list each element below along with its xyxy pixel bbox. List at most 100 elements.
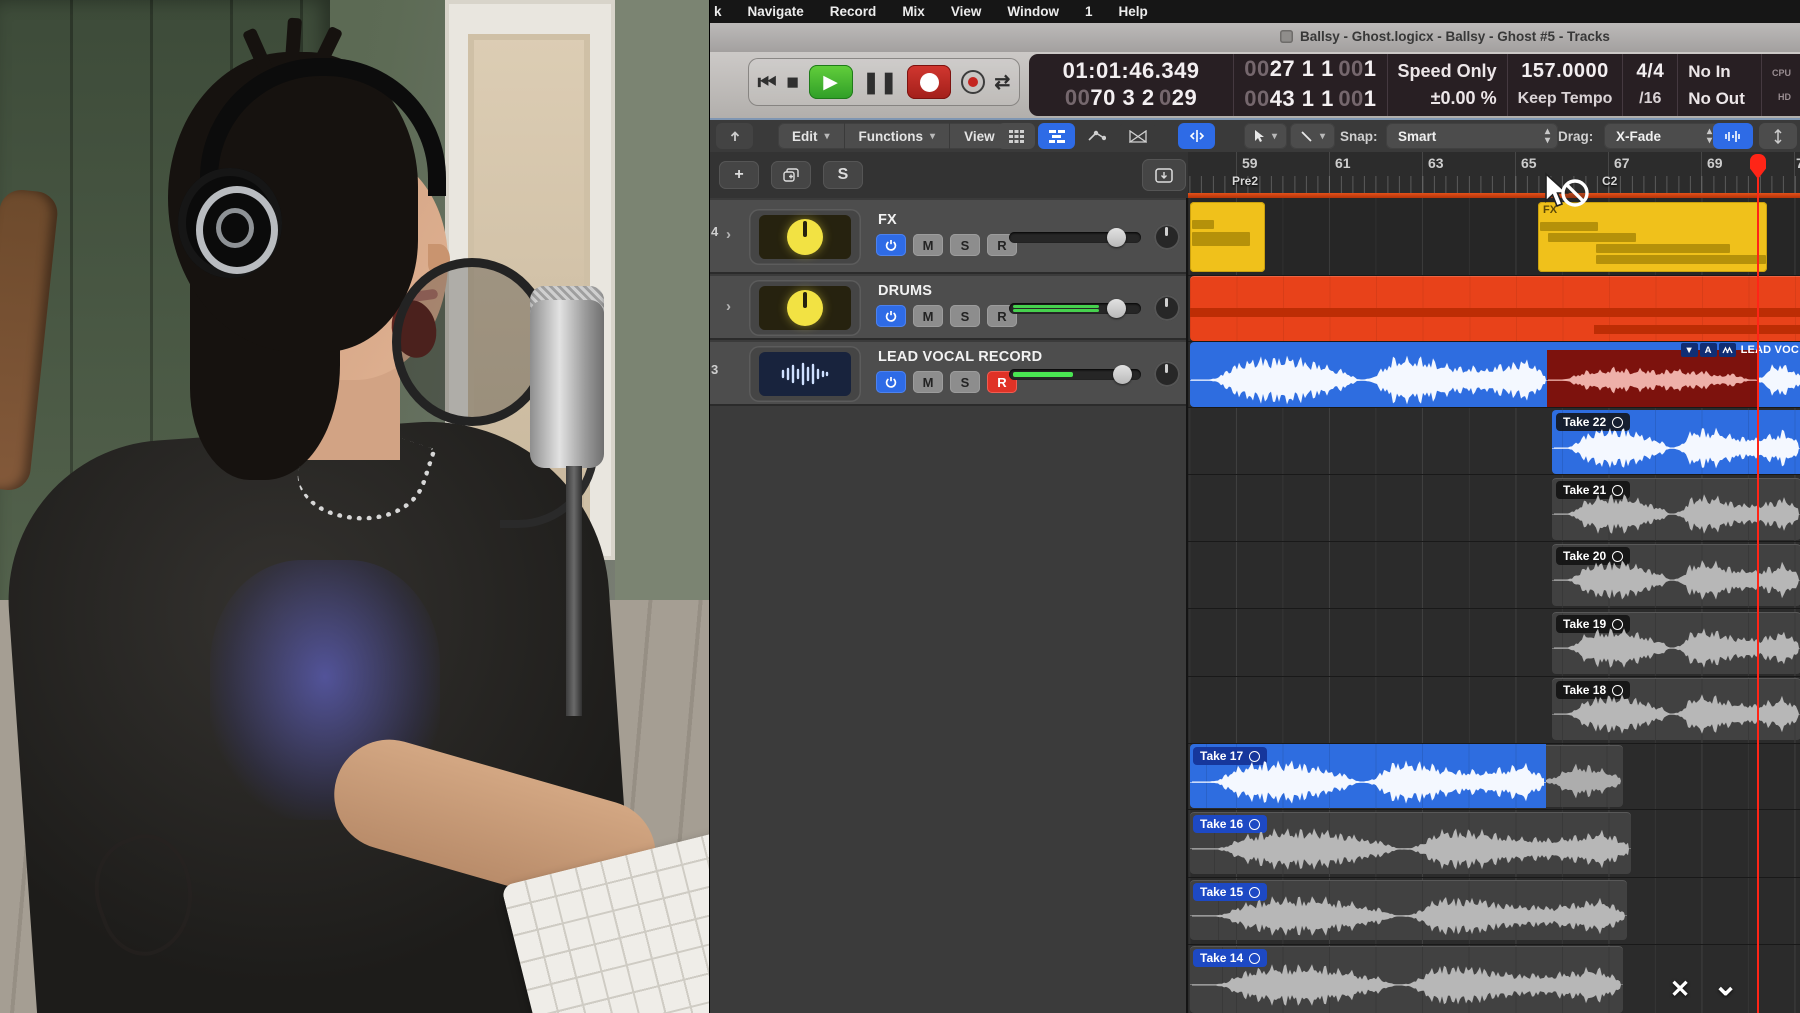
- grid-view-icon[interactable]: [998, 123, 1035, 149]
- lcd-varispeed[interactable]: Speed Only ±0.00 %: [1388, 54, 1508, 116]
- track-header-lead-vocal[interactable]: 3 LEAD VOCAL RECORD M S R: [710, 342, 1186, 406]
- record-button[interactable]: [907, 65, 951, 99]
- menu-item-record[interactable]: Record: [830, 4, 877, 19]
- lcd-display[interactable]: 01:01:46.349 0070 3 2 029 0027 1 1 001 0…: [1029, 54, 1800, 116]
- cycle-button[interactable]: ⇄: [994, 73, 1010, 92]
- track-header-drums[interactable]: › DRUMS M S R: [710, 276, 1186, 340]
- take-folder-region-lead-vocal[interactable]: ▼ A LEAD VOC: [1190, 342, 1800, 407]
- solo-button[interactable]: S: [950, 305, 980, 327]
- track-icon[interactable]: [749, 209, 861, 265]
- tracks-toolbar: Edit▾ Functions▾ View▾: [710, 118, 1800, 155]
- solo-button[interactable]: S: [950, 371, 980, 393]
- take-region-20[interactable]: Take 20: [1552, 544, 1800, 606]
- take-region-21[interactable]: Take 21: [1552, 478, 1800, 540]
- volume-slider[interactable]: [1009, 303, 1141, 314]
- edit-menu[interactable]: Edit▾: [778, 123, 844, 149]
- region-inspector-toggle[interactable]: [1142, 159, 1186, 191]
- lcd-locators[interactable]: 0027 1 1 001 0043 1 1 001: [1234, 54, 1387, 116]
- playhead-line[interactable]: [1757, 178, 1759, 1013]
- pan-knob[interactable]: [1154, 224, 1180, 250]
- take-folder-flatten-icon[interactable]: [1719, 343, 1736, 357]
- automation-icon[interactable]: [1078, 123, 1115, 149]
- take-region-16[interactable]: Take 16: [1190, 812, 1631, 874]
- drag-label: Drag:: [1558, 129, 1593, 144]
- command-click-tool[interactable]: ▾: [1290, 123, 1335, 149]
- close-icon[interactable]: ✕: [1670, 975, 1690, 1004]
- take-region-22[interactable]: Take 22: [1552, 410, 1800, 474]
- take-region-18[interactable]: Take 18: [1552, 678, 1800, 740]
- take-folder-a-icon[interactable]: A: [1700, 343, 1717, 357]
- track-name[interactable]: DRUMS: [878, 283, 932, 299]
- track-header-fx[interactable]: 4 › FX M S R: [710, 200, 1186, 274]
- pause-button[interactable]: ❚❚: [862, 72, 897, 93]
- stop-button[interactable]: ■: [786, 72, 799, 93]
- low-latency-icon[interactable]: [716, 123, 753, 149]
- waveform-zoom-icon[interactable]: [1713, 123, 1753, 149]
- window-title-bar[interactable]: Ballsy - Ghost.logicx - Ballsy - Ghost #…: [710, 23, 1800, 53]
- menu-item-1[interactable]: 1: [1085, 4, 1093, 19]
- disclosure-triangle-icon[interactable]: ›: [726, 298, 731, 315]
- take-region-15[interactable]: Take 15: [1190, 880, 1627, 940]
- arrange-top-strip: + S 59 61 63 65 67 69 71 Pre2 C2: [710, 152, 1800, 199]
- lcd-tempo[interactable]: 157.0000 Keep Tempo: [1508, 54, 1624, 116]
- menu-item-window[interactable]: Window: [1007, 4, 1059, 19]
- lcd-performance-meters[interactable]: CPU HD: [1762, 54, 1800, 116]
- arrange-area[interactable]: FX ▼ A: [1188, 198, 1800, 1013]
- solo-button[interactable]: S: [950, 234, 980, 256]
- take-region-14[interactable]: Take 14: [1190, 946, 1623, 1013]
- track-icon[interactable]: [749, 280, 861, 336]
- region-drums[interactable]: [1190, 276, 1800, 341]
- snap-dropdown[interactable]: Smart ▴▾: [1386, 123, 1558, 149]
- volume-slider[interactable]: [1009, 232, 1141, 243]
- volume-slider[interactable]: [1009, 369, 1141, 380]
- comp-circle-icon[interactable]: [1249, 953, 1260, 964]
- drag-dropdown[interactable]: X-Fade ▴▾: [1604, 123, 1720, 149]
- menu-item-help[interactable]: Help: [1119, 4, 1148, 19]
- marker-pre2[interactable]: Pre2: [1232, 174, 1258, 188]
- flex-icon[interactable]: [1178, 123, 1215, 149]
- lcd-time-position[interactable]: 01:01:46.349 0070 3 2 029: [1029, 54, 1234, 116]
- take-region-17[interactable]: Take 17: [1190, 744, 1546, 808]
- track-name[interactable]: LEAD VOCAL RECORD: [878, 349, 1042, 365]
- marker-c2[interactable]: C2: [1602, 174, 1617, 188]
- varispeed-value: ±0.00 %: [1431, 85, 1497, 112]
- track-icon[interactable]: [749, 346, 861, 402]
- cpu-meter-label: CPU: [1772, 61, 1791, 85]
- vertical-zoom-icon[interactable]: [1759, 123, 1797, 149]
- menu-item-view[interactable]: View: [951, 4, 982, 19]
- track-on-button[interactable]: [876, 234, 906, 256]
- mute-button[interactable]: M: [913, 234, 943, 256]
- mute-button[interactable]: M: [913, 371, 943, 393]
- midi-in: No In: [1688, 58, 1731, 85]
- rewind-to-start-button[interactable]: ⏮: [758, 72, 777, 93]
- lcd-time-signature[interactable]: 4/4 /16: [1623, 54, 1678, 116]
- lcd-midi-io[interactable]: No In No Out: [1678, 54, 1762, 116]
- left-click-tool[interactable]: ▾: [1244, 123, 1287, 149]
- solo-tracks-button[interactable]: S: [823, 161, 863, 189]
- track-on-button[interactable]: [876, 371, 906, 393]
- menu-item-clipped[interactable]: k: [714, 4, 722, 19]
- disclosure-triangle-icon[interactable]: ›: [726, 226, 731, 243]
- chevron-down-icon[interactable]: ⌄: [1713, 968, 1738, 1003]
- menu-item-mix[interactable]: Mix: [902, 4, 925, 19]
- play-button[interactable]: ▶: [809, 65, 853, 99]
- mute-button[interactable]: M: [913, 305, 943, 327]
- track-name[interactable]: FX: [878, 212, 897, 228]
- snap-value: Smart: [1398, 129, 1436, 144]
- midi-region-fx-1[interactable]: [1190, 202, 1265, 272]
- add-track-button[interactable]: +: [719, 161, 759, 189]
- crossfade-icon[interactable]: [1119, 123, 1156, 149]
- list-view-icon[interactable]: [1038, 123, 1075, 149]
- take-region-19[interactable]: Take 19: [1552, 612, 1800, 674]
- waveform: [1554, 627, 1799, 669]
- bar-ruler[interactable]: 59 61 63 65 67 69 71 Pre2 C2: [1188, 152, 1800, 198]
- record-enable-button[interactable]: [961, 70, 985, 94]
- take-folder-collapse-icon[interactable]: ▼: [1681, 343, 1698, 357]
- pan-knob[interactable]: [1154, 361, 1180, 387]
- menu-item-navigate[interactable]: Navigate: [748, 4, 804, 19]
- track-on-button[interactable]: [876, 305, 906, 327]
- functions-menu[interactable]: Functions▾: [844, 123, 950, 149]
- pan-knob[interactable]: [1154, 295, 1180, 321]
- duplicate-track-button[interactable]: [771, 161, 811, 189]
- comp-section-recording[interactable]: [1547, 350, 1758, 407]
